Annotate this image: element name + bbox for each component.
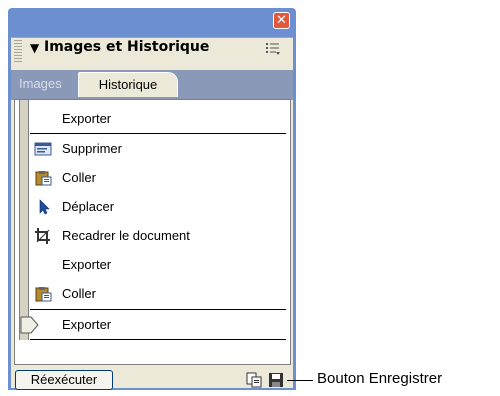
history-item[interactable]: Exporter <box>30 104 286 134</box>
paste-icon <box>35 171 52 186</box>
close-icon[interactable]: ✕ <box>273 12 290 29</box>
history-item[interactable]: Coller <box>30 163 286 192</box>
panel-title: Images et Historique <box>44 39 210 55</box>
tab-historique[interactable]: Historique <box>78 72 178 97</box>
delete-icon <box>34 142 52 156</box>
history-slider-thumb[interactable] <box>20 316 40 334</box>
history-item-label: Exporter <box>62 257 112 272</box>
history-item-label: Déplacer <box>62 199 115 214</box>
history-item[interactable]: Coller <box>30 279 286 308</box>
history-item[interactable]: Supprimer <box>30 134 286 163</box>
history-item-label: Supprimer <box>62 141 122 156</box>
history-item-label: Exporter <box>62 111 112 126</box>
collapse-triangle-icon[interactable]: ▼ <box>30 41 39 55</box>
history-item[interactable]: Recadrer le document <box>30 221 286 250</box>
pointer-arrow-icon <box>39 199 50 215</box>
callout-label: Bouton Enregistrer <box>317 370 443 387</box>
history-item-current[interactable]: Exporter <box>30 309 286 340</box>
history-item-label: Coller <box>62 170 96 185</box>
panel-gripper[interactable] <box>14 40 22 62</box>
history-item-label: Coller <box>62 286 96 301</box>
replay-button[interactable]: Réexécuter <box>15 370 113 390</box>
history-item-label: Exporter <box>62 317 112 332</box>
crop-icon <box>35 228 50 244</box>
history-slider-track[interactable] <box>19 100 29 340</box>
tab-images[interactable]: Images <box>15 72 66 96</box>
history-item-label: Recadrer le document <box>62 228 190 243</box>
history-item[interactable]: Exporter <box>30 250 286 279</box>
paste-icon <box>35 287 52 302</box>
panel-options-menu-icon[interactable] <box>265 42 281 56</box>
copy-to-clipboard-icon[interactable] <box>246 372 262 388</box>
save-icon[interactable] <box>268 372 284 388</box>
callout-line <box>287 380 313 381</box>
history-item[interactable]: Déplacer <box>30 192 286 221</box>
